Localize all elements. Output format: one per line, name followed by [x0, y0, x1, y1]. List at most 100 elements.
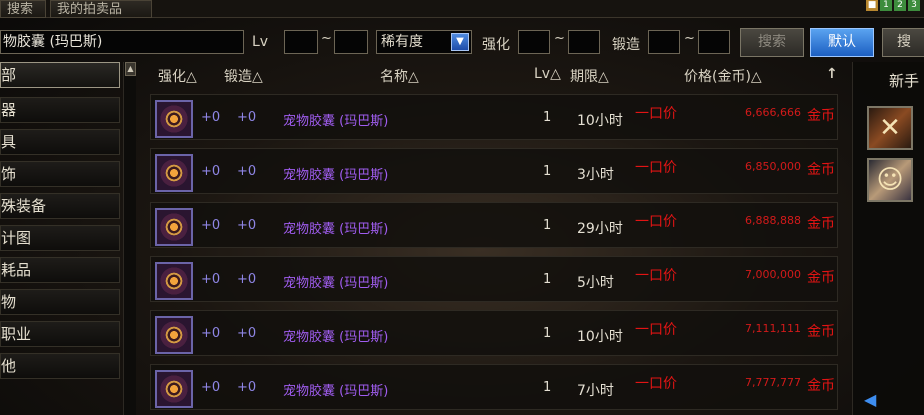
item-duration: 7小时: [577, 383, 614, 399]
category-item[interactable]: 耗品: [0, 257, 120, 283]
tab-strip: 搜索 我的拍卖品 ■ 1 2 3: [0, 0, 924, 18]
item-name: 宠物胶囊 (玛巴斯): [283, 384, 389, 399]
enhance-max-input[interactable]: [568, 30, 600, 54]
page-2-icon[interactable]: 2: [894, 0, 906, 11]
item-price: 7,111,111: [745, 322, 801, 335]
item-name-input[interactable]: 物胶囊 (玛巴斯): [0, 30, 244, 54]
item-name: 宠物胶囊 (玛巴斯): [283, 168, 389, 183]
tab-my-auctions[interactable]: 我的拍卖品: [50, 0, 152, 18]
enhance-min-input[interactable]: [518, 30, 550, 54]
category-scrollbar[interactable]: ▲: [123, 62, 136, 415]
item-name: 宠物胶囊 (玛巴斯): [283, 114, 389, 129]
category-item[interactable]: 具: [0, 129, 120, 155]
category-list: 部 器 具 饰 殊装备 计图 耗品 物 职业 他: [0, 62, 124, 415]
rarity-select[interactable]: 稀有度 ▼: [376, 30, 472, 54]
category-item[interactable]: 殊装备: [0, 193, 120, 219]
item-level: 1: [543, 218, 552, 233]
column-header-price[interactable]: 价格(金币)△: [684, 66, 762, 86]
results-table: 强化△ 锻造△ 名称△ Lv△ 期限△ 价格(金币)△ ↑ +0 +0 宠物胶囊 (…: [142, 62, 848, 415]
column-header-enhance[interactable]: 强化△: [158, 66, 197, 86]
enhance-value: +0: [201, 380, 221, 395]
currency-label: 金币: [807, 108, 835, 124]
category-item[interactable]: 饰: [0, 161, 120, 187]
table-row[interactable]: +0 +0 宠物胶囊 (玛巴斯) 1 10小时 一口价 7,111,111 金币: [150, 310, 838, 356]
column-header-forge[interactable]: 锻造△: [224, 66, 263, 86]
buyout-label: 一口价: [635, 106, 677, 122]
item-price: 7,777,777: [745, 376, 801, 389]
skill-slot[interactable]: ✕: [867, 106, 913, 150]
item-duration: 5小时: [577, 275, 614, 291]
column-header-duration[interactable]: 期限△: [570, 66, 609, 86]
pet-capsule-icon: [155, 370, 193, 408]
currency-label: 金币: [807, 324, 835, 340]
forge-min-input[interactable]: [648, 30, 680, 54]
page-1-icon[interactable]: 1: [880, 0, 892, 11]
item-duration: 10小时: [577, 113, 623, 129]
table-row[interactable]: +0 +0 宠物胶囊 (玛巴斯) 1 7小时 一口价 7,777,777 金币: [150, 364, 838, 410]
enhance-value: +0: [201, 272, 221, 287]
category-item[interactable]: 物: [0, 289, 120, 315]
item-price: 6,888,888: [745, 214, 801, 227]
forge-value: +0: [237, 218, 257, 233]
item-level: 1: [543, 326, 552, 341]
forge-label: 锻造: [612, 37, 640, 53]
category-item[interactable]: 计图: [0, 225, 120, 251]
sort-arrow-icon[interactable]: ↑: [826, 66, 838, 82]
enhance-value: +0: [201, 218, 221, 233]
forge-value: +0: [237, 326, 257, 341]
left-arrow-icon[interactable]: ◀: [864, 392, 882, 408]
default-button[interactable]: 默认: [810, 28, 874, 57]
currency-label: 金币: [807, 216, 835, 232]
column-header-lv[interactable]: Lv△: [534, 66, 561, 82]
lv-tilde: ~: [321, 31, 332, 46]
chevron-down-icon[interactable]: ▼: [451, 33, 469, 51]
lv-min-input[interactable]: [284, 30, 318, 54]
forge-value: +0: [237, 380, 257, 395]
lv-max-input[interactable]: [334, 30, 368, 54]
buyout-label: 一口价: [635, 160, 677, 176]
column-header-name[interactable]: 名称△: [380, 66, 419, 86]
buyout-label: 一口价: [635, 322, 677, 338]
item-name: 宠物胶囊 (玛巴斯): [283, 330, 389, 345]
lock-icon[interactable]: ■: [866, 0, 878, 11]
item-name: 宠物胶囊 (玛巴斯): [283, 276, 389, 291]
item-duration: 3小时: [577, 167, 614, 183]
category-item[interactable]: 部: [0, 62, 120, 88]
pet-capsule-icon: [155, 208, 193, 246]
enhance-label: 强化: [482, 37, 510, 53]
forge-max-input[interactable]: [698, 30, 730, 54]
portrait-icon: ☺: [876, 165, 904, 195]
pet-capsule-icon: [155, 316, 193, 354]
category-item[interactable]: 他: [0, 353, 120, 379]
skill-slot[interactable]: ☺: [867, 158, 913, 202]
currency-label: 金币: [807, 270, 835, 286]
category-item[interactable]: 器: [0, 97, 120, 123]
item-price: 6,850,000: [745, 160, 801, 173]
search-button-secondary[interactable]: 搜: [882, 28, 924, 57]
item-level: 1: [543, 110, 552, 125]
page-3-icon[interactable]: 3: [908, 0, 920, 11]
item-level: 1: [543, 272, 552, 287]
enhance-value: +0: [201, 110, 221, 125]
enhance-value: +0: [201, 326, 221, 341]
buyout-label: 一口价: [635, 376, 677, 392]
table-row[interactable]: +0 +0 宠物胶囊 (玛巴斯) 1 3小时 一口价 6,850,000 金币: [150, 148, 838, 194]
right-panel-title: 新手: [889, 72, 920, 90]
pet-capsule-icon: [155, 262, 193, 300]
scroll-up-icon[interactable]: ▲: [125, 62, 136, 76]
forge-value: +0: [237, 164, 257, 179]
forge-value: +0: [237, 110, 257, 125]
item-price: 7,000,000: [745, 268, 801, 281]
pet-capsule-icon: [155, 100, 193, 138]
table-row[interactable]: +0 +0 宠物胶囊 (玛巴斯) 1 10小时 一口价 6,666,666 金币: [150, 94, 838, 140]
table-row[interactable]: +0 +0 宠物胶囊 (玛巴斯) 1 5小时 一口价 7,000,000 金币: [150, 256, 838, 302]
search-button[interactable]: 搜索: [740, 28, 804, 57]
item-name: 宠物胶囊 (玛巴斯): [283, 222, 389, 237]
item-price: 6,666,666: [745, 106, 801, 119]
table-row[interactable]: +0 +0 宠物胶囊 (玛巴斯) 1 29小时 一口价 6,888,888 金币: [150, 202, 838, 248]
pet-capsule-icon: [155, 154, 193, 192]
forge-value: +0: [237, 272, 257, 287]
item-level: 1: [543, 380, 552, 395]
tab-search[interactable]: 搜索: [0, 0, 46, 18]
category-item[interactable]: 职业: [0, 321, 120, 347]
